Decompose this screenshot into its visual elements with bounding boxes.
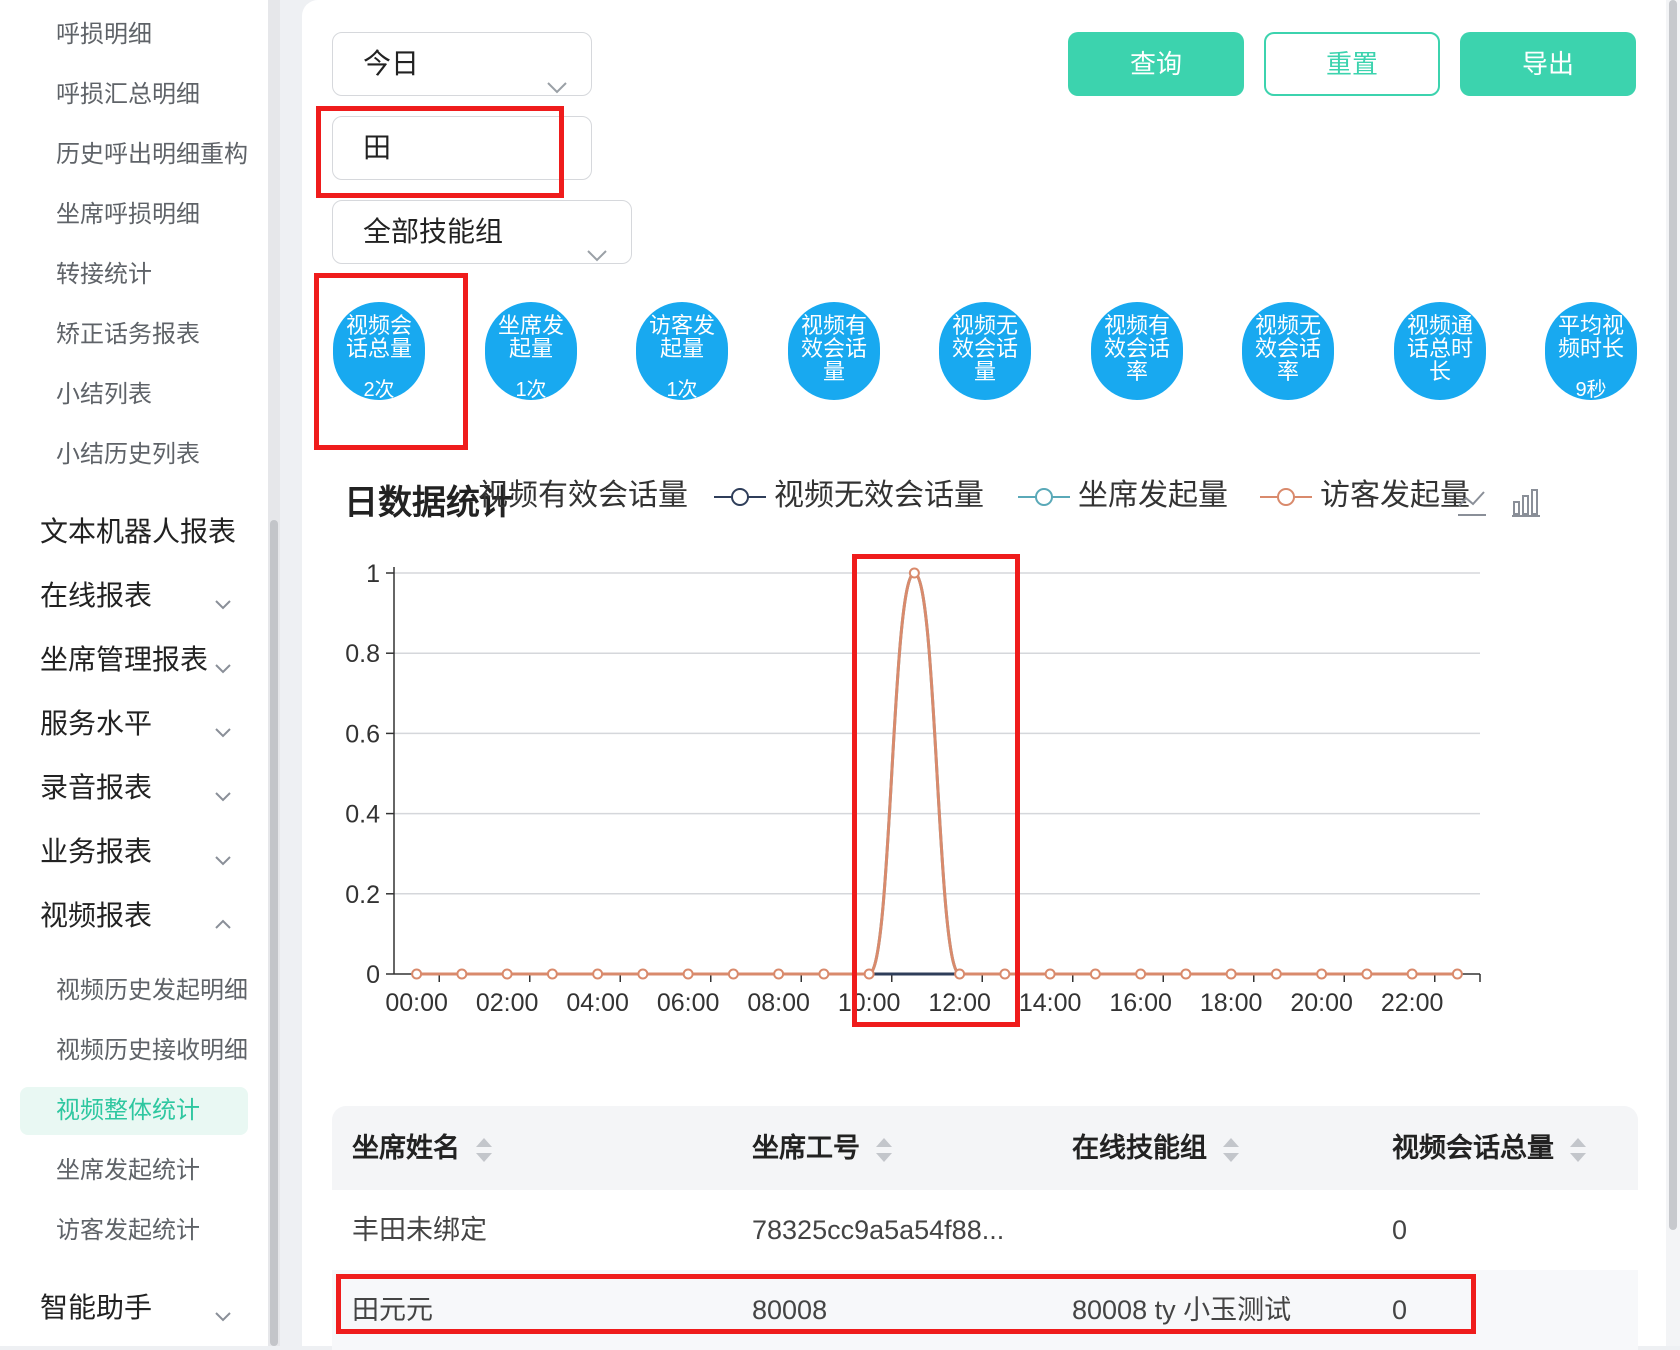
column-label: 在线技能组 xyxy=(1072,1133,1207,1163)
y-tick-label: 1 xyxy=(366,560,380,588)
data-point xyxy=(456,968,468,980)
column-video-session-total[interactable]: 视频会话总量 xyxy=(1392,1106,1588,1190)
table-header: 坐席姓名 坐席工号 在线技能组 视频会话总量 xyxy=(332,1106,1638,1190)
data-point xyxy=(501,968,513,980)
x-tick-label: 06:00 xyxy=(657,989,720,1017)
column-label: 坐席工号 xyxy=(752,1133,860,1163)
column-label: 视频会话总量 xyxy=(1392,1133,1554,1163)
data-point xyxy=(637,968,649,980)
data-point xyxy=(1451,968,1463,980)
column-skill-group[interactable]: 在线技能组 xyxy=(1072,1106,1241,1190)
data-point xyxy=(1406,968,1418,980)
data-point xyxy=(682,968,694,980)
data-point xyxy=(1316,968,1328,980)
cell-agent-id: 78325cc9a5a54f88... xyxy=(752,1215,1005,1245)
x-tick-label: 14:00 xyxy=(1019,989,1082,1017)
column-agent-name[interactable]: 坐席姓名 xyxy=(352,1106,494,1190)
sort-icon[interactable] xyxy=(874,1136,894,1164)
x-tick-label: 08:00 xyxy=(747,989,810,1017)
data-point xyxy=(727,968,739,980)
data-point xyxy=(1225,968,1237,980)
data-point xyxy=(1270,968,1282,980)
data-point xyxy=(1044,968,1056,980)
y-tick-label: 0.2 xyxy=(345,881,380,909)
x-tick-label: 18:00 xyxy=(1200,989,1263,1017)
highlight-box-name-filter xyxy=(316,106,564,198)
data-point xyxy=(818,968,830,980)
cell-video-session-total: 0 xyxy=(1392,1215,1408,1245)
data-point xyxy=(1361,968,1373,980)
data-point xyxy=(1135,968,1147,980)
x-tick-label: 04:00 xyxy=(566,989,629,1017)
sort-icon[interactable] xyxy=(1221,1136,1241,1164)
x-tick-label: 16:00 xyxy=(1109,989,1172,1017)
y-tick-label: 0.8 xyxy=(345,640,380,668)
column-label: 坐席姓名 xyxy=(352,1133,460,1163)
table-row[interactable]: 丰田未绑定 78325cc9a5a54f88... 0 xyxy=(332,1190,1638,1270)
highlight-box-matched-row xyxy=(336,1274,1476,1334)
y-tick-label: 0.4 xyxy=(345,801,380,829)
highlight-box-session-total xyxy=(314,273,468,450)
sort-icon[interactable] xyxy=(474,1136,494,1164)
x-tick-label: 22:00 xyxy=(1381,989,1444,1017)
sort-icon[interactable] xyxy=(1568,1136,1588,1164)
data-point xyxy=(411,968,423,980)
data-point xyxy=(546,968,558,980)
y-tick-label: 0 xyxy=(366,961,380,989)
column-agent-id[interactable]: 坐席工号 xyxy=(752,1106,894,1190)
x-tick-label: 20:00 xyxy=(1290,989,1353,1017)
x-tick-label: 00:00 xyxy=(385,989,448,1017)
highlight-box-chart-peak xyxy=(852,554,1020,1027)
data-point xyxy=(592,968,604,980)
data-point xyxy=(1089,968,1101,980)
x-tick-label: 02:00 xyxy=(476,989,539,1017)
data-point xyxy=(773,968,785,980)
cell-agent-name: 丰田未绑定 xyxy=(352,1215,487,1245)
data-point xyxy=(1180,968,1192,980)
y-tick-label: 0.6 xyxy=(345,720,380,748)
